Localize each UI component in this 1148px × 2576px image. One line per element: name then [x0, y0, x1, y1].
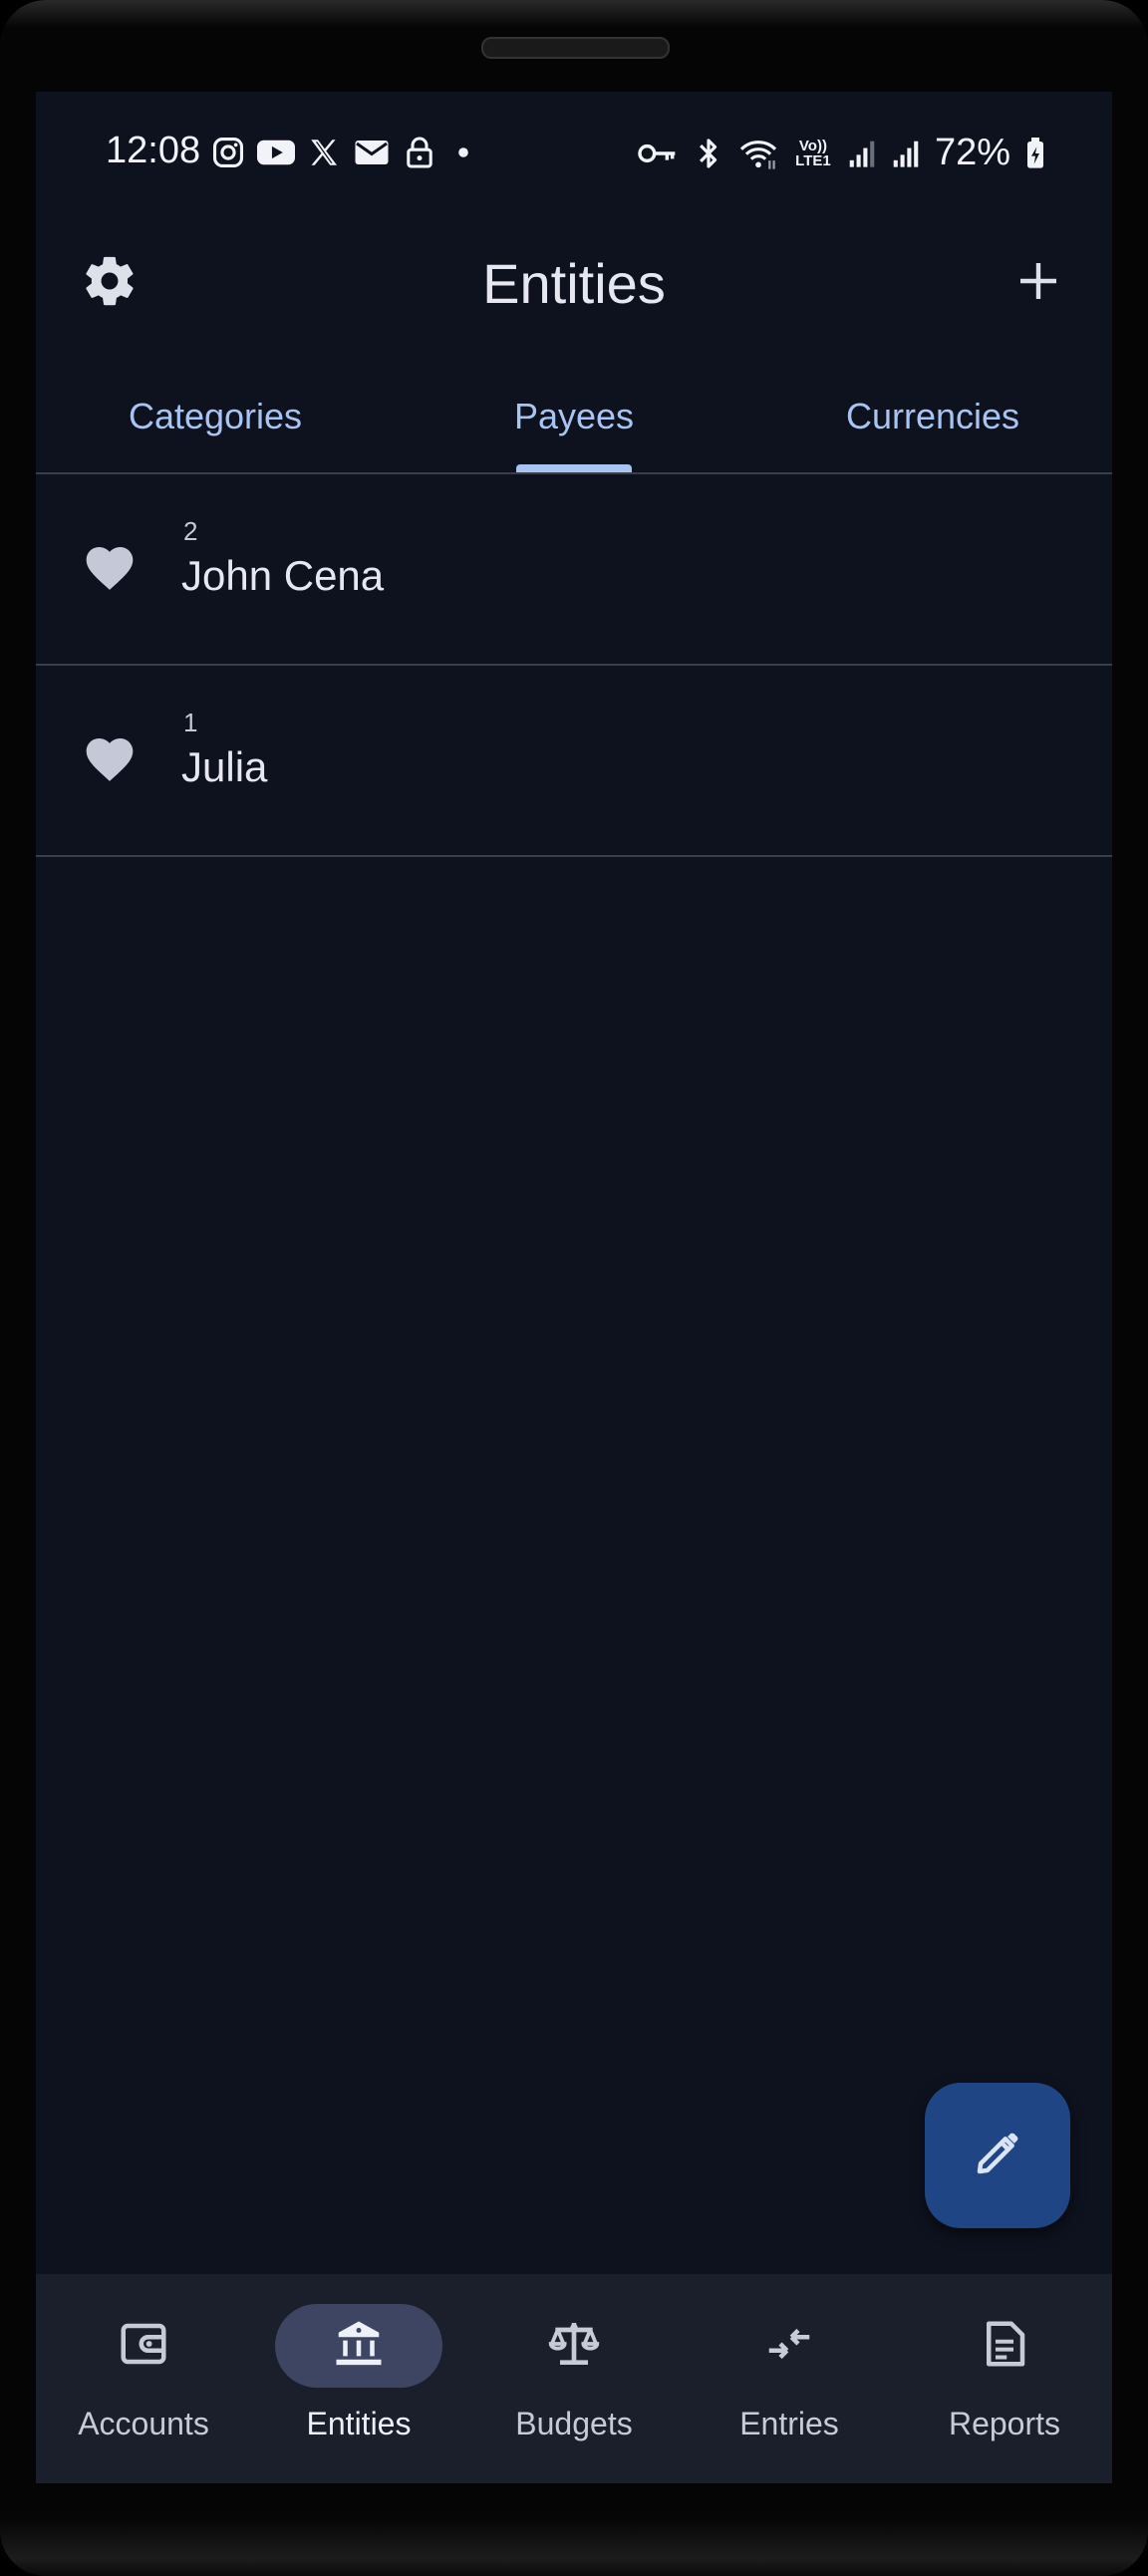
phone-bottom-bezel: [0, 2517, 1148, 2576]
mail-icon: [353, 134, 391, 171]
nav-entities-icon-container: [275, 2304, 442, 2388]
bottom-navigation: Accounts Entities Budgets Entries Report…: [36, 2274, 1112, 2483]
edit-pencil-icon: [971, 2127, 1024, 2184]
status-bar: 12:08 Vo)) LTE1 72%: [36, 92, 1112, 211]
tab-payees[interactable]: Payees: [395, 361, 753, 472]
wifi-icon: [737, 135, 779, 172]
heart-icon[interactable]: [82, 731, 138, 787]
payee-count: 2: [183, 516, 198, 546]
bank-icon: [332, 2317, 386, 2375]
nav-reports-icon-container: [921, 2304, 1088, 2388]
nav-reports[interactable]: Reports: [897, 2274, 1112, 2483]
nav-entities[interactable]: Entities: [251, 2274, 466, 2483]
nav-accounts-icon-container: [60, 2304, 227, 2388]
payee-count: 1: [183, 708, 198, 737]
payee-list: 2 John Cena 1 Julia: [36, 474, 1112, 857]
edit-fab[interactable]: [925, 2083, 1070, 2228]
vpn-key-icon: [636, 135, 680, 172]
youtube-icon: [257, 134, 295, 171]
nav-accounts[interactable]: Accounts: [36, 2274, 251, 2483]
lte-label: LTE1: [795, 151, 831, 169]
nav-accounts-label: Accounts: [78, 2406, 209, 2441]
battery-icon: [1024, 135, 1046, 172]
signal-icon: [847, 135, 877, 172]
list-item[interactable]: 1 Julia: [36, 666, 1112, 857]
app-screen: 12:08 Vo)) LTE1 72% Entities Categories …: [36, 92, 1112, 2483]
wallet-icon: [117, 2317, 170, 2375]
volte-label: Vo)): [798, 137, 827, 154]
battery-percentage: 72%: [934, 132, 1010, 173]
phone-frame: 12:08 Vo)) LTE1 72% Entities Categories …: [0, 0, 1148, 2576]
nav-entries[interactable]: Entries: [682, 2274, 897, 2483]
earpiece-speaker: [481, 37, 670, 59]
x-icon: [305, 134, 343, 171]
tab-currencies[interactable]: Currencies: [753, 361, 1112, 472]
dot-icon: [448, 134, 478, 171]
scale-icon: [546, 2316, 602, 2376]
entity-tabs: Categories Payees Currencies: [36, 361, 1112, 474]
page-title: Entities: [482, 252, 666, 315]
list-item[interactable]: 2 John Cena: [36, 474, 1112, 666]
nav-budgets-icon-container: [490, 2304, 658, 2388]
instagram-icon: [209, 134, 247, 171]
payee-name: John Cena: [181, 552, 385, 599]
nav-entries-icon-container: [706, 2304, 873, 2388]
document-icon: [978, 2317, 1031, 2375]
nav-entities-label: Entities: [306, 2406, 412, 2441]
payee-name: Julia: [181, 743, 268, 790]
status-notification-icons: [209, 134, 478, 171]
tab-categories[interactable]: Categories: [36, 361, 395, 472]
nav-entries-label: Entries: [739, 2406, 839, 2441]
plus-icon: [1014, 257, 1062, 309]
nav-reports-label: Reports: [948, 2406, 1061, 2441]
nav-budgets[interactable]: Budgets: [466, 2274, 682, 2483]
bluetooth-icon: [694, 135, 723, 172]
volte-icon: Vo)) LTE1: [793, 135, 833, 172]
signal-icon: [891, 135, 921, 172]
status-system-icons: Vo)) LTE1 72%: [636, 132, 1046, 174]
phone-top-bezel: [0, 0, 1148, 92]
add-button[interactable]: [991, 235, 1086, 331]
lock-icon: [401, 134, 438, 171]
status-time: 12:08: [106, 130, 201, 171]
nav-budgets-label: Budgets: [515, 2406, 633, 2441]
transfer-arrows-icon: [762, 2317, 816, 2375]
heart-icon[interactable]: [82, 540, 138, 596]
active-tab-indicator: [516, 464, 632, 472]
top-app-bar: Entities: [36, 211, 1112, 361]
